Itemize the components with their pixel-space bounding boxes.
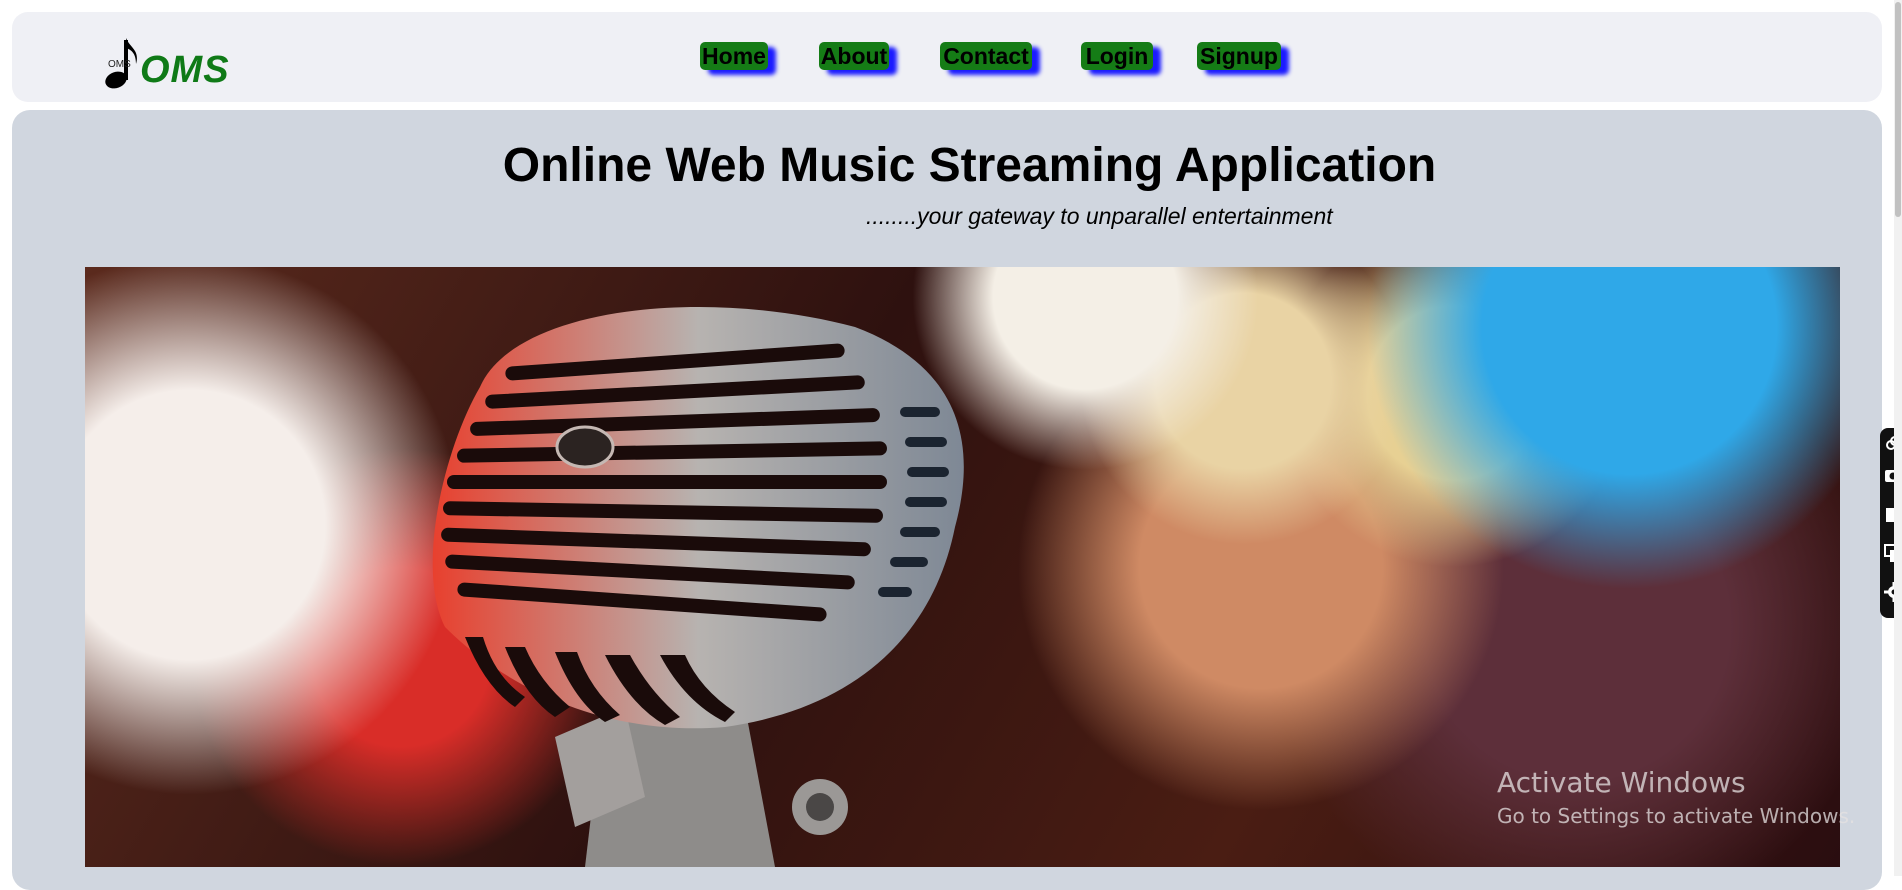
activate-windows-subtitle: Go to Settings to activate Windows. [1497, 804, 1856, 828]
logo-small-text: OMS [108, 59, 131, 70]
page-scrollbar[interactable] [1894, 0, 1902, 876]
nav-home[interactable]: Home [700, 42, 768, 70]
nav-login[interactable]: Login [1081, 42, 1153, 70]
nav-signup[interactable]: Signup [1197, 42, 1281, 70]
scrollbar-thumb[interactable] [1895, 2, 1901, 217]
logo-text: OMS [140, 49, 230, 91]
site-logo[interactable]: OMS OMS [92, 32, 242, 94]
page-tagline: ........your gateway to unparallel enter… [866, 203, 1333, 229]
header-bar: OMS OMS Home About Contact Login Signup [12, 12, 1882, 102]
page-title: Online Web Music Streaming Application [502, 139, 1437, 192]
activate-windows-title: Activate Windows [1497, 766, 1746, 799]
nav-contact[interactable]: Contact [940, 42, 1032, 70]
nav-about[interactable]: About [819, 42, 889, 70]
